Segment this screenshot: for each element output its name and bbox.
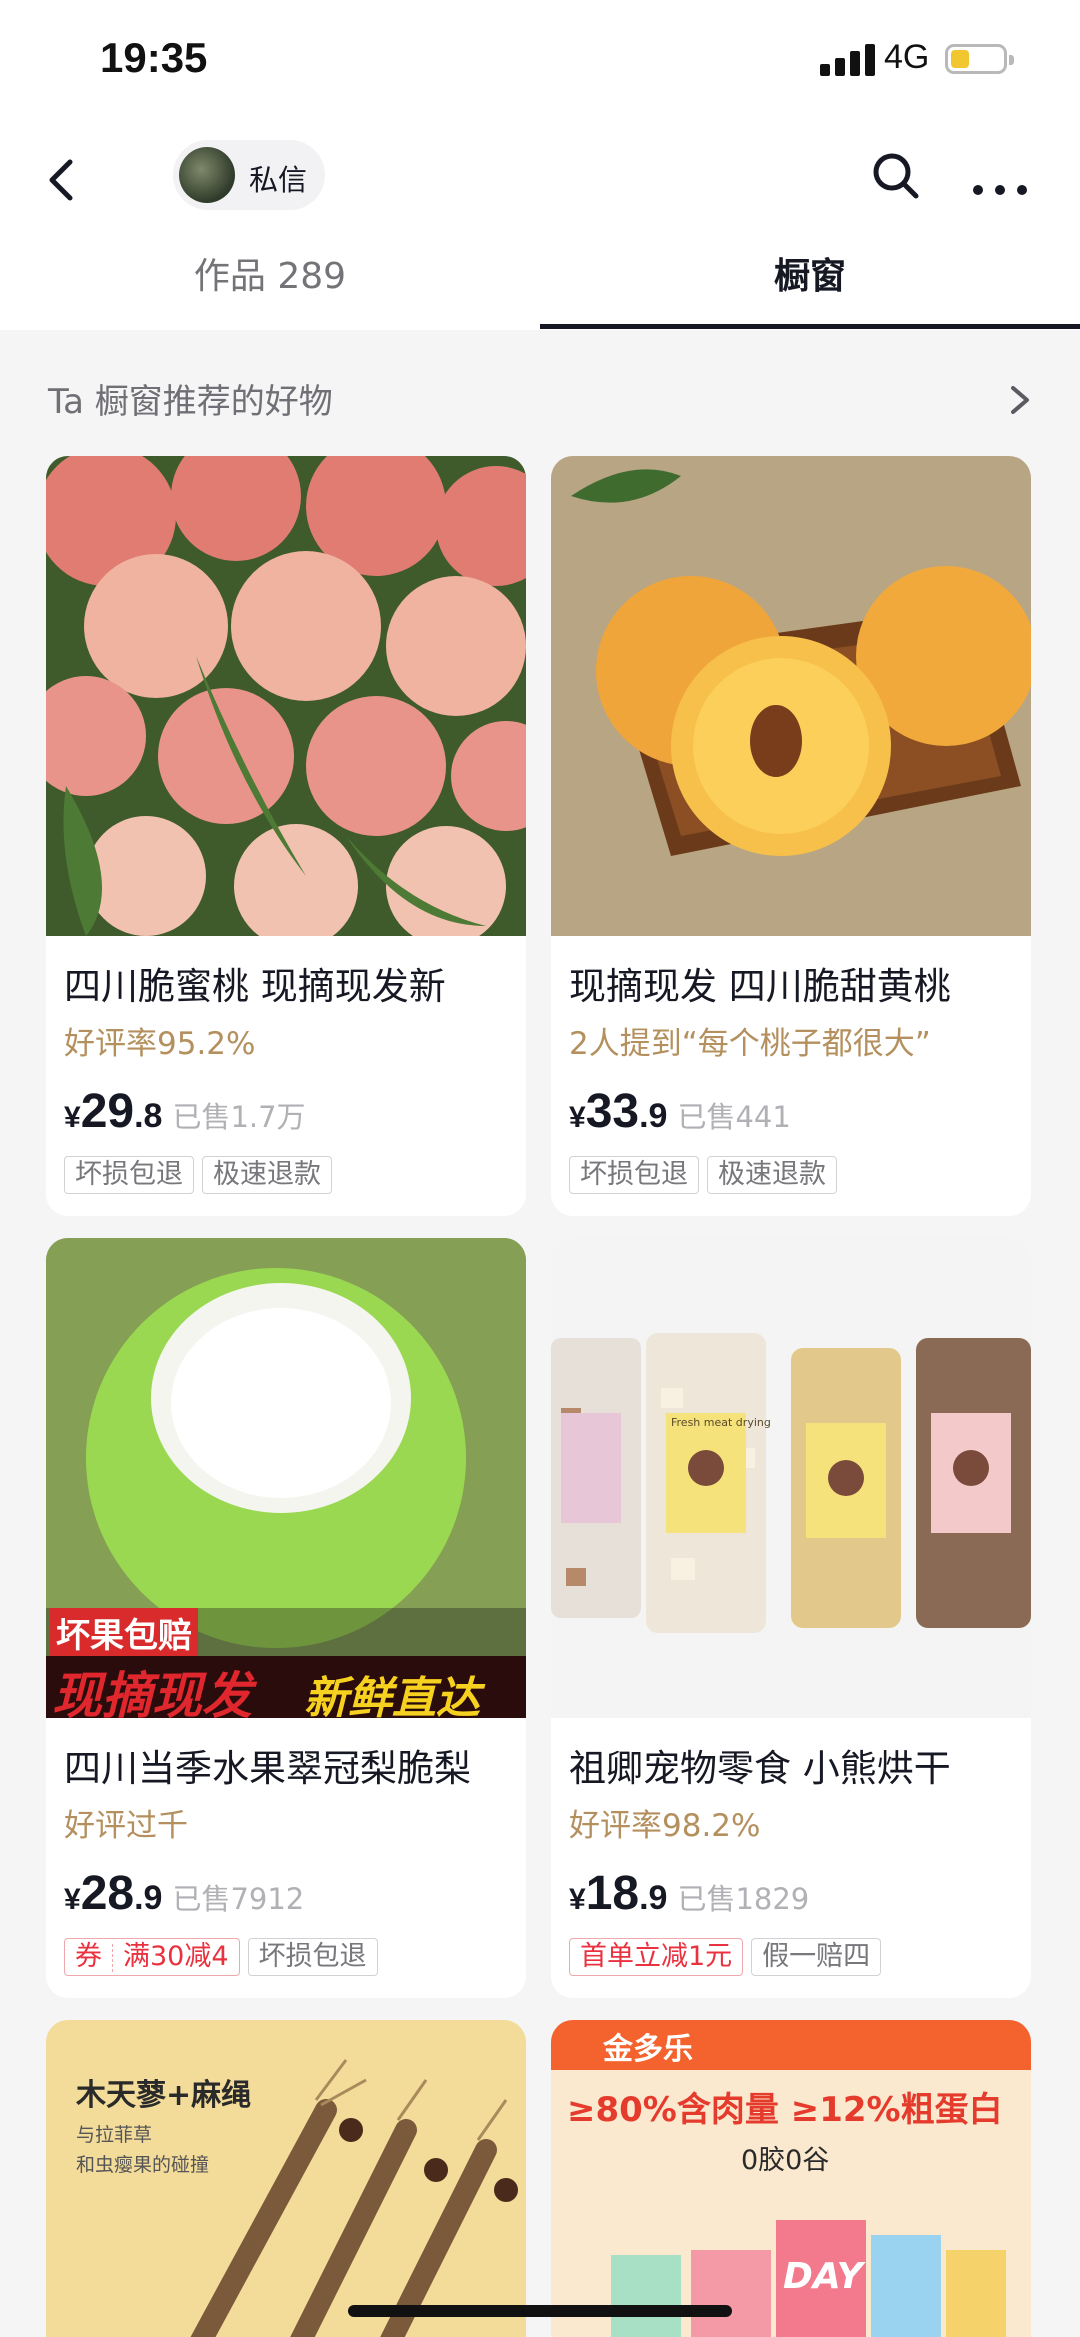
pack-text: DAY [783, 2256, 863, 2297]
product-card[interactable]: 木天蓼+麻绳 与拉菲草 和虫瘿果的碰撞 [46, 2020, 526, 2337]
product-price: ¥18.9 已售1829 [569, 1867, 810, 1920]
private-message-label: 私信 [249, 163, 308, 197]
product-card[interactable]: Fresh meat drying 祖卿宠物零食 小熊烘干 好评率98.2% ¥… [551, 1238, 1031, 1998]
product-tags: 坏损包退 极速退款 [64, 1156, 340, 1194]
product-card[interactable]: 四川脆蜜桃 现摘现发新 好评率95.2% ¥29.8 已售1.7万 坏损包退 极速退… [46, 456, 526, 1216]
white-peaches-photo [46, 456, 526, 948]
product-tags: 首单立减1元 假一赔四 [569, 1938, 889, 1976]
service-tag: 坏损包退 [569, 1156, 699, 1194]
product-name: 祖卿宠物零食 小熊烘干 [569, 1747, 951, 1790]
status-time: 19:35 [100, 34, 208, 81]
coupon-tag: 券满30减4 [64, 1938, 240, 1976]
network-type: 4G [884, 38, 930, 76]
cat-treat-package-photo: 金多乐 ≥80%含肉量 ≥12%粗蛋白 0胶0谷 DAY [551, 2020, 1031, 2337]
section-title[interactable]: Ta 橱窗推荐的好物 [48, 374, 333, 423]
image-title: 木天蓼+麻绳 [76, 2078, 252, 2113]
product-name: 现摘现发 四川脆甜黄桃 [569, 965, 951, 1008]
product-rating: 好评率95.2% [64, 1026, 256, 1062]
jar-label: Fresh meat drying [671, 1416, 771, 1429]
sold-count: 已售441 [677, 1100, 791, 1134]
service-tag: 假一赔四 [751, 1938, 882, 1976]
tab-showcase[interactable]: 橱窗 [540, 240, 1080, 326]
product-name: 四川脆蜜桃 现摘现发新 [64, 965, 446, 1008]
image-caption: 与拉菲草 [76, 2124, 153, 2146]
service-tag: 极速退款 [707, 1156, 837, 1194]
search-icon[interactable] [866, 146, 926, 206]
product-price: ¥28.9 已售7912 [64, 1867, 305, 1920]
product-card[interactable]: 坏果包赔 现摘现发 新鲜直达 四川当季水果翠冠梨脆梨 好评过千 ¥28.9 已售7… [46, 1238, 526, 1998]
chevron-left-icon[interactable] [40, 152, 90, 208]
image-banner-right: 新鲜直达 [304, 1673, 480, 1724]
service-tag: 坏损包退 [64, 1156, 194, 1194]
pet-snack-jars-photo: Fresh meat drying [551, 1238, 1031, 1718]
top-nav-bar: 私信 [0, 130, 1080, 230]
image-banner-small: 坏果包赔 [50, 1608, 198, 1657]
more-horizontal-icon[interactable] [968, 146, 1032, 206]
chevron-right-icon[interactable] [1005, 380, 1035, 420]
service-tag: 极速退款 [202, 1156, 332, 1194]
service-tag: 坏损包退 [247, 1938, 378, 1976]
status-bar: 19:35 4G [0, 0, 1080, 120]
product-rating: 好评过千 [64, 1808, 188, 1844]
product-review-highlight: 2人提到“每个桃子都很大” [569, 1026, 931, 1062]
battery-fill [951, 50, 969, 68]
brand-name: 金多乐 [603, 2032, 693, 2067]
active-tab-indicator [540, 324, 1080, 329]
image-caption: 和虫瘿果的碰撞 [76, 2154, 210, 2176]
battery-icon [945, 44, 1014, 74]
product-card[interactable]: 现摘现发 四川脆甜黄桃 2人提到“每个桃子都很大” ¥33.9 已售441 坏损包… [551, 456, 1031, 1216]
avatar [179, 147, 235, 203]
product-tags: 坏损包退 极速退款 [569, 1156, 845, 1194]
yellow-peaches-photo [551, 456, 1031, 936]
signal-icon [820, 42, 876, 76]
profile-tabs: 作品 289 橱窗 [0, 240, 1080, 331]
product-card[interactable]: 金多乐 ≥80%含肉量 ≥12%粗蛋白 0胶0谷 DAY [551, 2020, 1031, 2337]
image-banner-left: 现摘现发 [52, 1667, 252, 1725]
product-name: 四川当季水果翠冠梨脆梨 [64, 1747, 471, 1790]
product-tags: 券满30减4 坏损包退 [64, 1938, 386, 1976]
sold-count: 已售1829 [677, 1882, 810, 1916]
tab-works[interactable]: 作品 289 [0, 240, 540, 326]
promo-tag: 首单立减1元 [569, 1938, 744, 1976]
private-message-button[interactable]: 私信 [173, 140, 325, 210]
sold-count: 已售1.7万 [172, 1100, 306, 1134]
green-pear-photo: 坏果包赔 现摘现发 新鲜直达 [46, 1238, 526, 1725]
image-headline: ≥80%含肉量 ≥12%粗蛋白 [567, 2090, 1003, 2130]
home-indicator[interactable] [348, 2305, 732, 2317]
catnip-sticks-photo: 木天蓼+麻绳 与拉菲草 和虫瘿果的碰撞 [46, 2020, 526, 2337]
product-price: ¥29.8 已售1.7万 [64, 1085, 306, 1138]
product-rating: 好评率98.2% [569, 1808, 761, 1844]
product-price: ¥33.9 已售441 [569, 1085, 791, 1138]
image-subline: 0胶0谷 [741, 2145, 830, 2176]
sold-count: 已售7912 [172, 1882, 305, 1916]
